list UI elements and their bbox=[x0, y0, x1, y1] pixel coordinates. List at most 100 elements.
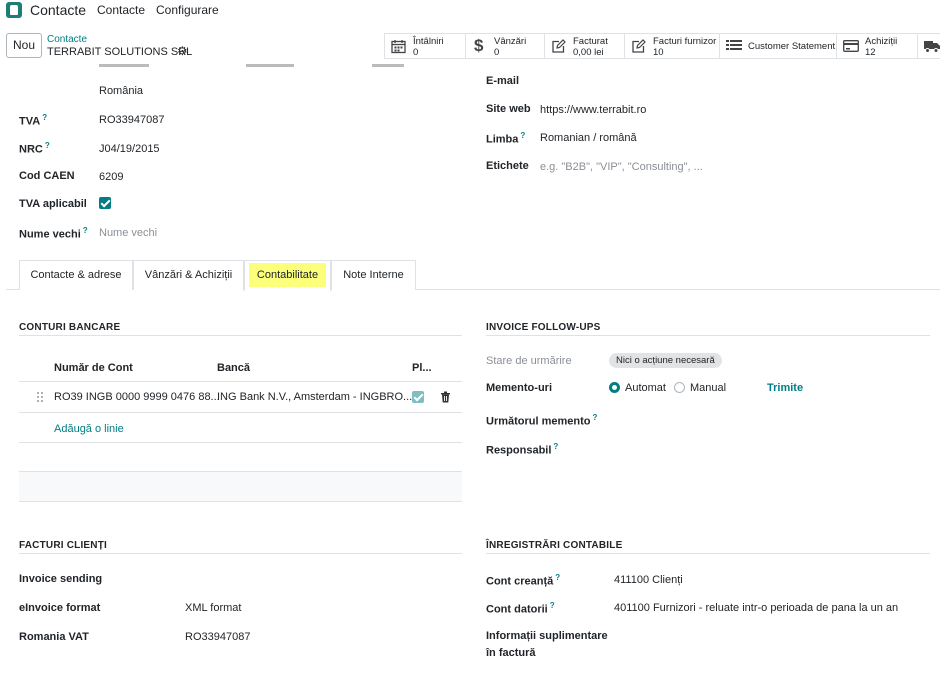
edit-icon bbox=[551, 39, 567, 55]
smart-button-purchases[interactable]: Achiziții 12 bbox=[836, 33, 917, 59]
send-button[interactable]: Trimite bbox=[767, 382, 803, 394]
section-divider bbox=[486, 335, 930, 336]
col-bank[interactable]: Bancă bbox=[217, 362, 250, 374]
help-icon[interactable]: ? bbox=[553, 442, 558, 451]
language-field[interactable]: Romanian / română bbox=[540, 132, 637, 144]
smart-label: Facturat bbox=[573, 36, 608, 47]
invoices-section-title: FACTURI CLIENȚI bbox=[19, 540, 107, 551]
tab-accounting-label: Contabilitate bbox=[248, 263, 327, 287]
bank-row-account[interactable]: RO39 INGB 0000 9999 0476 88... bbox=[54, 391, 220, 403]
smart-button-invoiced[interactable]: Facturat 0,00 lei bbox=[544, 33, 624, 59]
receivable-label: Cont creanță? bbox=[486, 573, 561, 588]
breadcrumb-parent[interactable]: Contacte bbox=[47, 34, 87, 45]
help-icon[interactable]: ? bbox=[593, 413, 598, 422]
smart-button-customer-statement[interactable]: Customer Statement bbox=[719, 33, 836, 59]
email-label: E-mail bbox=[486, 75, 520, 87]
followup-section-title: INVOICE FOLLOW-UPS bbox=[486, 322, 601, 333]
row-divider bbox=[19, 412, 462, 413]
empty-row bbox=[19, 472, 462, 501]
menu-configurare[interactable]: Configurare bbox=[156, 3, 219, 17]
menu-contacte[interactable]: Contacte bbox=[97, 3, 145, 17]
truck-icon bbox=[924, 39, 940, 55]
section-divider bbox=[486, 553, 930, 554]
einvoice-format-field[interactable]: XML format bbox=[185, 602, 241, 614]
extra-info-label: Informații suplimentare bbox=[486, 630, 608, 642]
drag-handle-icon[interactable] bbox=[37, 392, 45, 403]
smart-value: 0,00 lei bbox=[573, 47, 604, 58]
smart-label: Facturi furnizor bbox=[653, 36, 717, 47]
reminder-auto-radio[interactable] bbox=[609, 382, 620, 393]
row-divider bbox=[19, 501, 462, 502]
tab-accounting[interactable]: Contabilitate bbox=[244, 260, 331, 291]
smart-button-delivery[interactable] bbox=[917, 33, 940, 59]
smart-value: 0 bbox=[494, 47, 500, 58]
tva-label: TVA? bbox=[19, 113, 48, 128]
clipped-text bbox=[99, 62, 154, 70]
bank-section-title: CONTURI BANCARE bbox=[19, 322, 121, 333]
app-title[interactable]: Contacte bbox=[30, 2, 86, 18]
help-icon[interactable]: ? bbox=[520, 131, 525, 140]
country-value[interactable]: România bbox=[99, 85, 143, 97]
reminders-label: Memento-uri bbox=[486, 382, 552, 394]
smart-label: Vânzări bbox=[494, 36, 527, 47]
help-icon[interactable]: ? bbox=[555, 573, 560, 582]
trash-icon[interactable] bbox=[440, 391, 451, 403]
reminder-manual-label[interactable]: Manual bbox=[690, 382, 726, 394]
edit-icon bbox=[631, 39, 647, 55]
help-icon[interactable]: ? bbox=[83, 226, 88, 235]
help-icon[interactable]: ? bbox=[45, 141, 50, 150]
tags-label: Etichete bbox=[486, 160, 529, 172]
smart-button-meetings[interactable]: Întâlniri 0 bbox=[384, 33, 465, 59]
new-button[interactable]: Nou bbox=[6, 33, 42, 58]
nrc-label: NRC? bbox=[19, 141, 50, 156]
smart-value: 10 bbox=[653, 47, 664, 58]
responsible-label: Responsabil? bbox=[486, 442, 559, 457]
tva-field[interactable]: RO33947087 bbox=[99, 114, 164, 126]
romania-vat-field[interactable]: RO33947087 bbox=[185, 631, 250, 643]
accounting-section-title: ÎNREGISTRĂRI CONTABILE bbox=[486, 540, 623, 551]
app-icon[interactable] bbox=[6, 2, 22, 18]
language-label: Limba? bbox=[486, 131, 526, 146]
receivable-field[interactable]: 411100 Clienți bbox=[614, 574, 683, 586]
help-icon[interactable]: ? bbox=[42, 113, 47, 122]
website-field[interactable]: https://www.terrabit.ro bbox=[540, 104, 646, 116]
clipped-text bbox=[372, 62, 407, 70]
bank-row-checkbox[interactable] bbox=[412, 391, 424, 403]
caen-field[interactable]: 6209 bbox=[99, 171, 123, 183]
col-pl[interactable]: Pl... bbox=[412, 362, 432, 374]
add-line-link[interactable]: Adăugă o linie bbox=[54, 423, 124, 435]
tab-sales-purchases[interactable]: Vânzări & Achiziții bbox=[133, 260, 244, 290]
reminder-manual-radio[interactable] bbox=[674, 382, 685, 393]
reminder-auto-label[interactable]: Automat bbox=[625, 382, 666, 394]
nrc-field[interactable]: J04/19/2015 bbox=[99, 143, 160, 155]
smart-label: Customer Statement bbox=[748, 41, 836, 52]
status-badge: Nici o acțiune necesară bbox=[609, 353, 722, 368]
old-name-label: Nume vechi? bbox=[19, 226, 88, 241]
section-divider bbox=[19, 335, 462, 336]
tab-contacts-addresses[interactable]: Contacte & adrese bbox=[19, 260, 133, 290]
website-label: Site web bbox=[486, 103, 531, 115]
tva-applicable-label: TVA aplicabil bbox=[19, 198, 87, 210]
col-account-number[interactable]: Număr de Cont bbox=[54, 362, 133, 374]
payable-field[interactable]: 401100 Furnizori - reluate intr-o perioa… bbox=[614, 602, 898, 614]
table-header-divider bbox=[19, 381, 462, 382]
card-icon bbox=[843, 39, 859, 55]
help-icon[interactable]: ? bbox=[550, 601, 555, 610]
tab-internal-notes[interactable]: Note Interne bbox=[331, 260, 416, 290]
payable-label: Cont datorii? bbox=[486, 601, 555, 616]
tags-input[interactable]: e.g. "B2B", "VIP", "Consulting", ... bbox=[540, 161, 703, 173]
bank-row-bank[interactable]: ING Bank N.V., Amsterdam - INGBRO... bbox=[217, 391, 412, 403]
section-divider bbox=[19, 553, 462, 554]
gear-icon[interactable]: ⚙ bbox=[177, 44, 188, 58]
romania-vat-label: Romania VAT bbox=[19, 631, 89, 643]
smart-value: 12 bbox=[865, 47, 876, 58]
row-divider bbox=[19, 442, 462, 443]
old-name-input[interactable]: Nume vechi bbox=[99, 227, 157, 239]
tva-applicable-checkbox[interactable] bbox=[99, 197, 111, 209]
smart-button-vendor-bills[interactable]: Facturi furnizor 10 bbox=[624, 33, 719, 59]
smart-label: Achiziții bbox=[865, 36, 898, 47]
einvoice-format-label: eInvoice format bbox=[19, 602, 101, 614]
smart-button-sales[interactable]: $ Vânzări 0 bbox=[465, 33, 544, 59]
followup-status-label: Stare de urmărire bbox=[486, 355, 572, 367]
dollar-icon: $ bbox=[474, 36, 484, 55]
